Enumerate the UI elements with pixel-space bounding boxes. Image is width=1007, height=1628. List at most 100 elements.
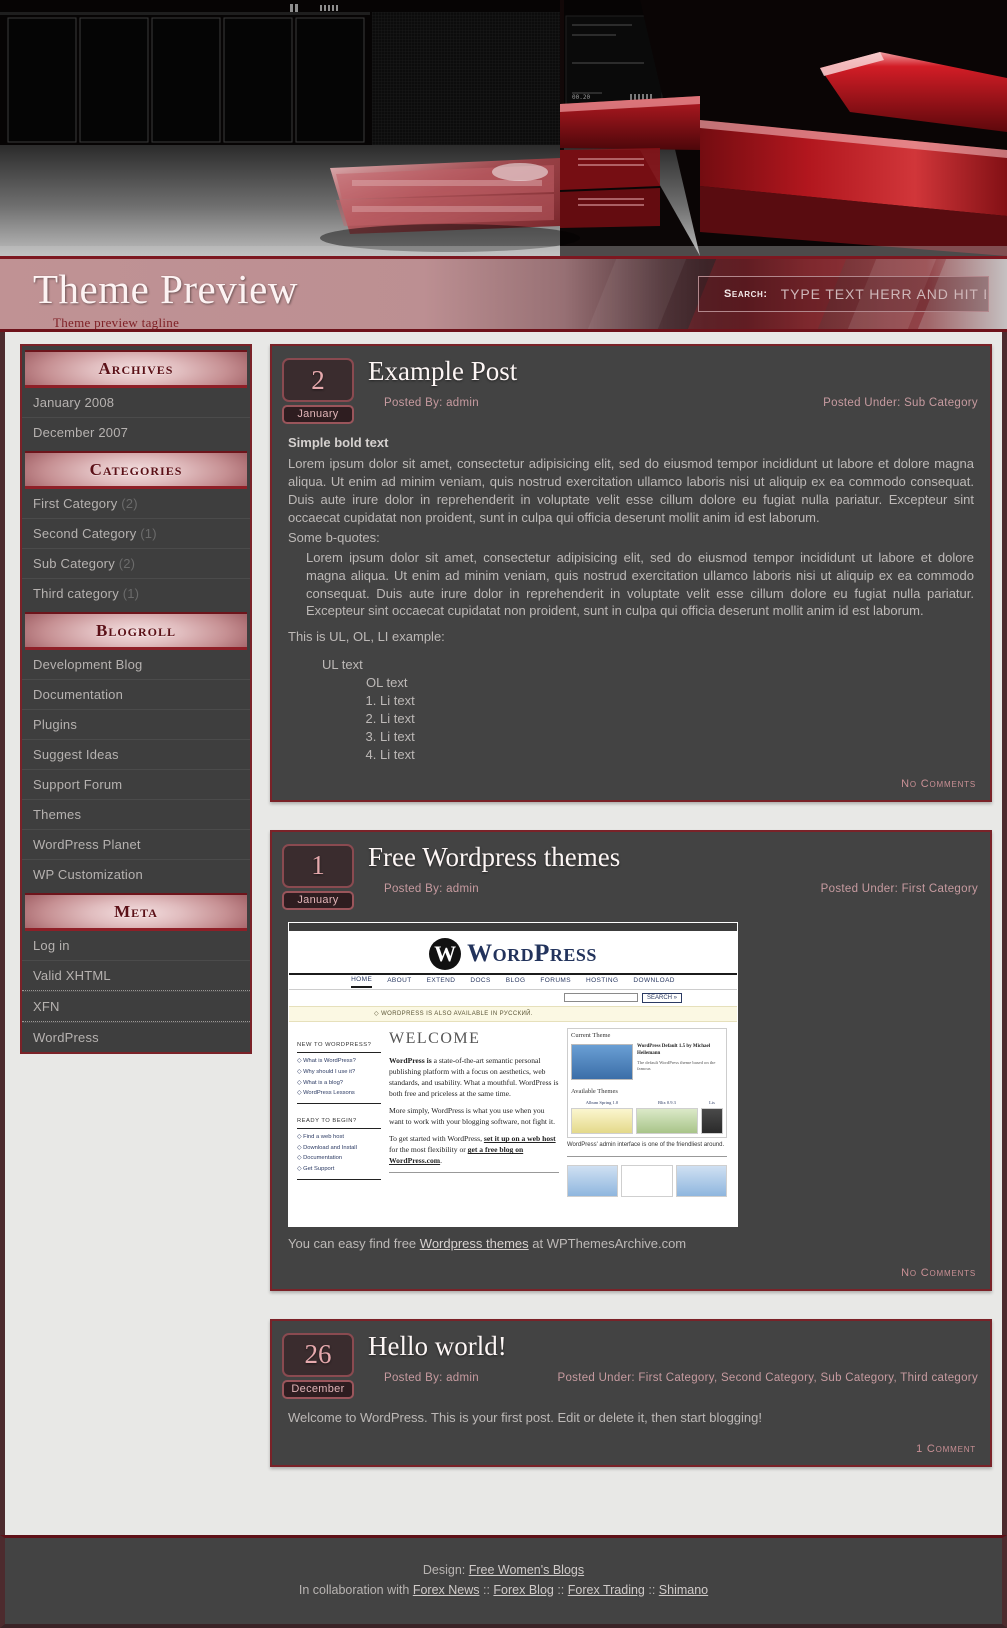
sidebar-item-sub-category[interactable]: Sub Category (2) [22, 549, 250, 578]
sidebar-item-wp-customization[interactable]: WP Customization [22, 860, 250, 889]
post-paragraph-1: Welcome to WordPress. This is your first… [288, 1409, 762, 1425]
wp-feature-thumb [621, 1165, 673, 1198]
list-item[interactable]: First Category (2) [22, 489, 250, 519]
list-item[interactable]: Development Blog [22, 650, 250, 680]
sidebar-item-third-category[interactable]: Third category (1) [22, 579, 250, 608]
sidebar-item-xfn[interactable]: XFN [22, 992, 250, 1022]
sidebar-item-log-in[interactable]: Log in [22, 931, 250, 960]
post-author: Posted By: admin [384, 1371, 479, 1384]
post-categories[interactable]: Posted Under: Sub Category [823, 397, 978, 409]
list-item[interactable]: WP Customization [22, 860, 250, 889]
site-tagline: Theme preview tagline [53, 315, 180, 330]
sidebar-item-second-category[interactable]: Second Category (1) [22, 519, 250, 548]
wp-theme-thumb [701, 1108, 723, 1135]
footer-link-free-womens-blogs[interactable]: Free Women's Blogs [469, 1563, 584, 1577]
post-title[interactable]: Free Wordpress themes [368, 842, 980, 877]
sidebar-item-development-blog[interactable]: Development Blog [22, 650, 250, 679]
footer-link-forex-trading[interactable]: Forex Trading [568, 1583, 645, 1597]
post-date-day: 26 [282, 1332, 354, 1377]
sidebar-item-january-2008[interactable]: January 2008 [22, 388, 250, 417]
post-footer: No Comments [282, 768, 980, 794]
list-item[interactable]: Support Forum [22, 770, 250, 800]
sidebar-item-first-category[interactable]: First Category (2) [22, 489, 250, 518]
wp-nav-extend: EXTEND [426, 977, 456, 985]
post-title[interactable]: Hello world! [368, 1331, 980, 1366]
wp-theme-desc: The default WordPress theme based on the… [637, 1059, 716, 1072]
comments-link[interactable]: 1 Comment [916, 1443, 976, 1455]
sidebar-item-december-2007[interactable]: December 2007 [22, 418, 250, 447]
wp-paragraph-1: WordPress is a state-of-the-art semantic… [389, 1055, 559, 1099]
post-categories[interactable]: Posted Under: First Category, Second Cat… [557, 1372, 978, 1384]
wp-logo-row: W WordPress [289, 931, 737, 973]
list-item: Li text [380, 746, 974, 764]
sidebar-item-documentation[interactable]: Documentation [22, 680, 250, 709]
post-blockquote: Lorem ipsum dolor sit amet, consectetur … [306, 549, 974, 619]
list-item[interactable]: January 2008 [22, 388, 250, 418]
footer-link-forex-news[interactable]: Forex News [413, 1583, 480, 1597]
caption-post-text: at WPThemesArchive.com [528, 1235, 687, 1251]
sidebar-item-valid-xhtml[interactable]: Valid XHTML [22, 961, 250, 991]
wp-search-field [563, 993, 638, 1003]
footer-link-forex-blog[interactable]: Forex Blog [493, 1583, 553, 1597]
wp-para3-pre: To get started with WordPress, [389, 1134, 484, 1144]
post-header: 2 January Example Post Posted By: admin … [282, 356, 980, 424]
sidebar-item-wordpress[interactable]: WordPress [22, 1023, 250, 1052]
list-item[interactable]: Log in [22, 931, 250, 961]
wp-search-button: SEARCH » [641, 992, 682, 1004]
sidebar-item-themes[interactable]: Themes [22, 800, 250, 829]
sidebar-item-support-forum[interactable]: Support Forum [22, 770, 250, 799]
wordpress-themes-link[interactable]: Wordpress themes [420, 1236, 529, 1251]
wp-feature-thumb [567, 1165, 619, 1198]
site-header-bar: Theme Preview Theme preview tagline Sear… [0, 256, 1007, 332]
list-item[interactable]: December 2007 [22, 418, 250, 447]
sidebar: Archives January 2008 December 2007 Cate… [20, 344, 252, 1054]
search-box[interactable]: Search: [698, 276, 989, 312]
list-item[interactable]: Suggest Ideas [22, 740, 250, 770]
comments-link[interactable]: No Comments [901, 778, 976, 790]
wp-nav-blog: BLOG [505, 977, 526, 985]
list-item[interactable]: Valid XHTML [22, 961, 250, 992]
footer-sep: :: [644, 1582, 659, 1597]
list-item: OL text Li text Li text Li text Li text [322, 674, 974, 764]
list-item[interactable]: XFN [22, 992, 250, 1023]
list-item[interactable]: Second Category (1) [22, 519, 250, 549]
post-categories[interactable]: Posted Under: First Category [821, 883, 978, 895]
wp-panel-title-available: Available Themes [571, 1088, 618, 1096]
footer-link-shimano[interactable]: Shimano [659, 1583, 708, 1597]
comments-link[interactable]: No Comments [901, 1267, 976, 1279]
post-author: Posted By: admin [384, 882, 479, 895]
site-title[interactable]: Theme Preview [33, 265, 298, 313]
sidebar-item-wordpress-planet[interactable]: WordPress Planet [22, 830, 250, 859]
sidebar-item-plugins[interactable]: Plugins [22, 710, 250, 739]
wp-nav-about: ABOUT [387, 977, 412, 985]
list-item[interactable]: Third category (1) [22, 579, 250, 608]
list-item: Li text [380, 710, 974, 728]
wp-sidebar-divider [297, 1178, 381, 1180]
widget-title-meta: Meta [25, 893, 247, 931]
search-input[interactable] [778, 285, 988, 303]
sidebar-item-suggest-ideas[interactable]: Suggest Ideas [22, 740, 250, 769]
footer-design-label: Design: [422, 1562, 469, 1577]
list-item: OL text [366, 675, 408, 691]
archives-list: January 2008 December 2007 [22, 388, 250, 447]
wp-sidebar-divider [297, 1103, 381, 1105]
post-footer: No Comments [282, 1257, 980, 1283]
list-item[interactable]: WordPress Planet [22, 830, 250, 860]
list-item[interactable]: WordPress [22, 1023, 250, 1052]
svg-text:00.20: 00.20 [572, 94, 590, 101]
widget-archives: Archives January 2008 December 2007 [22, 350, 250, 447]
list-item[interactable]: Themes [22, 800, 250, 830]
wp-topbar [289, 922, 737, 931]
header-banner-image: 00.20 [0, 0, 1007, 256]
list-item: Li text [380, 692, 974, 710]
list-item[interactable]: Sub Category (2) [22, 549, 250, 579]
post-unordered-list: UL text OL text Li text Li text Li text … [322, 656, 974, 764]
list-item[interactable]: Plugins [22, 710, 250, 740]
post-title[interactable]: Example Post [368, 356, 980, 391]
list-item: UL text [322, 657, 363, 673]
list-item[interactable]: Documentation [22, 680, 250, 710]
wp-left-column: NEW TO WORDPRESS? ◇ What is WordPress? ◇… [297, 1028, 381, 1197]
wp-panel-title-current: Current Theme [571, 1032, 611, 1040]
list-item: Li text [380, 728, 974, 746]
wp-sidebar-item: ◇ Find a web host [297, 1134, 344, 1141]
